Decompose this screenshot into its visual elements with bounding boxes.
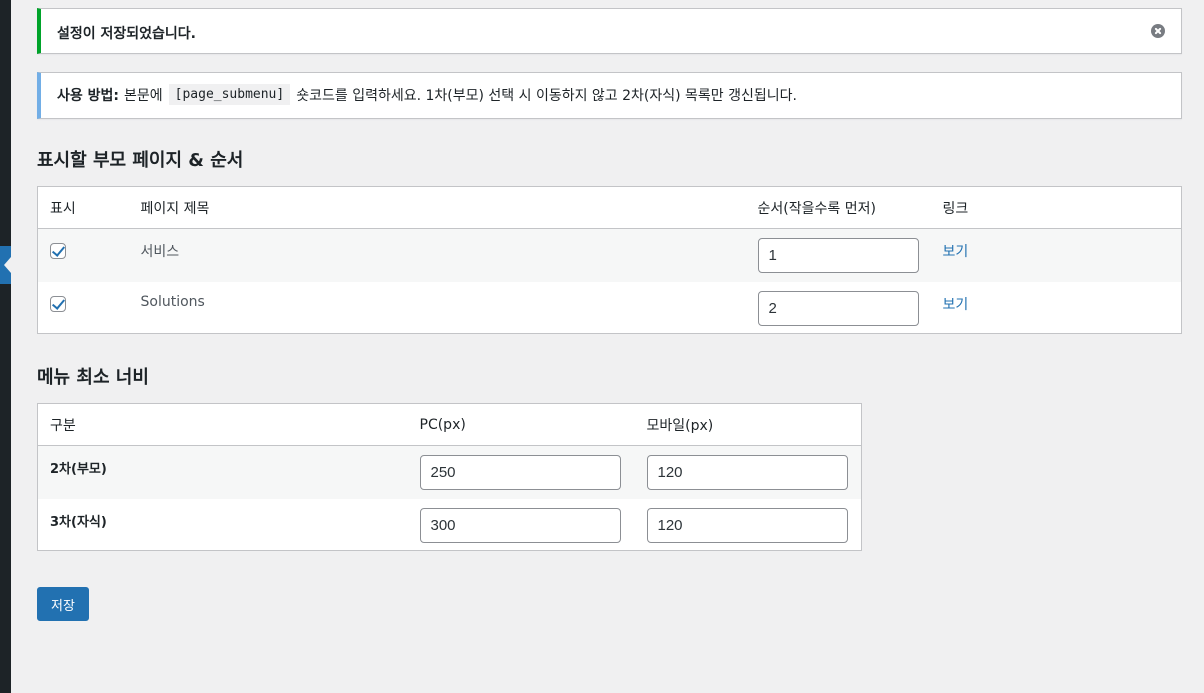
row-label: 3차(자식) — [50, 514, 107, 530]
table-row: Solutions 보기 — [38, 282, 1182, 334]
header-page-title: 페이지 제목 — [128, 186, 746, 229]
width-section-title: 메뉴 최소 너비 — [37, 367, 149, 388]
pages-section-title: 표시할 부모 페이지 & 순서 — [37, 150, 244, 171]
info-text-before: 본문에 — [124, 87, 163, 104]
width-table: 구분 PC(px) 모바일(px) 2차(부모) 3차(자식) — [37, 403, 862, 551]
pc-width-input[interactable] — [419, 507, 621, 543]
info-message: 사용 방법: 본문에 [page_submenu] 숏코드를 입력하세요. 1차… — [57, 84, 797, 105]
header-mobile: 모바일(px) — [634, 403, 862, 446]
header-link: 링크 — [930, 186, 1182, 229]
table-header-row: 구분 PC(px) 모바일(px) — [37, 403, 862, 446]
info-notice: 사용 방법: 본문에 [page_submenu] 숏코드를 입력하세요. 1차… — [37, 72, 1182, 119]
table-row: 3차(자식) — [38, 499, 862, 551]
view-link[interactable]: 보기 — [943, 241, 1170, 261]
header-show: 표시 — [37, 186, 129, 229]
pages-table: 표시 페이지 제목 순서(작을수록 먼저) 링크 서비스 보기 Solution… — [37, 186, 1182, 334]
order-input[interactable] — [757, 238, 919, 273]
table-row: 2차(부모) — [37, 445, 862, 499]
shortcode: [page_submenu] — [168, 84, 291, 105]
dismiss-icon[interactable] — [1151, 24, 1165, 38]
pc-width-input[interactable] — [419, 455, 621, 490]
info-label: 사용 방법: — [57, 87, 119, 104]
mobile-width-input[interactable] — [646, 507, 848, 543]
show-checkbox[interactable] — [50, 243, 66, 259]
table-row: 서비스 보기 — [37, 228, 1182, 282]
success-notice: 설정이 저장되었습니다. — [37, 8, 1182, 54]
header-category: 구분 — [37, 403, 408, 446]
header-pc: PC(px) — [407, 403, 635, 446]
admin-sidebar — [0, 0, 11, 693]
info-text-after: 숏코드를 입력하세요. 1차(부모) 선택 시 이동하지 않고 2차(자식) 목… — [296, 87, 797, 104]
menu-arrow-icon — [4, 257, 11, 273]
show-checkbox[interactable] — [50, 295, 66, 312]
success-message: 설정이 저장되었습니다. — [57, 26, 196, 42]
save-button[interactable]: 저장 — [37, 587, 89, 621]
page-title-cell: 서비스 — [140, 244, 180, 260]
page-title-cell: Solutions — [140, 293, 205, 310]
header-order: 순서(작을수록 먼저) — [745, 186, 931, 229]
table-header-row: 표시 페이지 제목 순서(작을수록 먼저) 링크 — [37, 186, 1182, 229]
view-link[interactable]: 보기 — [943, 294, 1170, 314]
row-label: 2차(부모) — [50, 462, 107, 477]
mobile-width-input[interactable] — [646, 455, 848, 490]
order-input[interactable] — [757, 290, 919, 326]
